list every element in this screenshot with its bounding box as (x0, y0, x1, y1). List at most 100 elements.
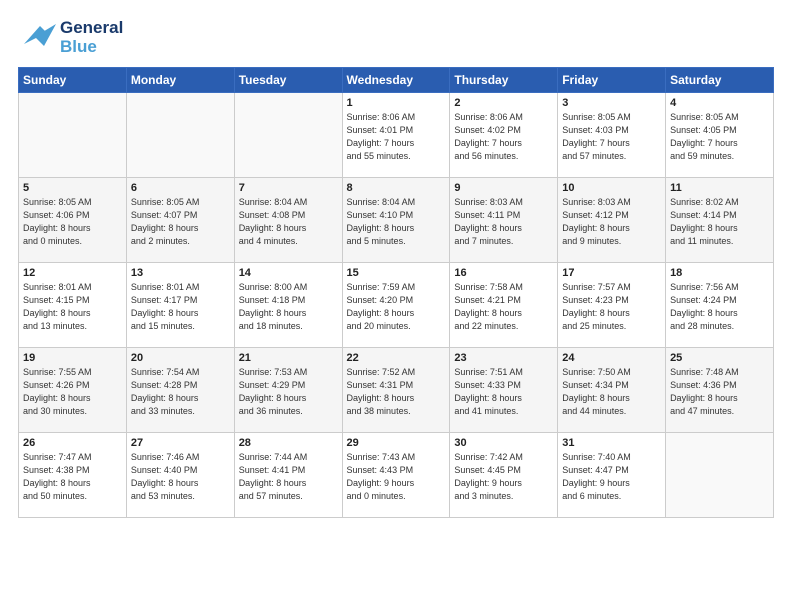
day-number: 24 (562, 352, 661, 364)
day-info: Sunrise: 7:42 AM Sunset: 4:45 PM Dayligh… (454, 451, 553, 503)
day-number: 16 (454, 267, 553, 279)
day-cell: 11 Sunrise: 8:02 AM Sunset: 4:14 PM Dayli… (666, 178, 774, 263)
day-number: 20 (131, 352, 230, 364)
day-number: 31 (562, 437, 661, 449)
weekday-header-row: SundayMondayTuesdayWednesdayThursdayFrid… (19, 68, 774, 93)
day-info: Sunrise: 8:05 AM Sunset: 4:03 PM Dayligh… (562, 111, 661, 163)
day-number: 13 (131, 267, 230, 279)
day-info: Sunrise: 7:44 AM Sunset: 4:41 PM Dayligh… (239, 451, 338, 503)
day-cell: 29 Sunrise: 7:43 AM Sunset: 4:43 PM Dayli… (342, 433, 450, 518)
day-cell: 5 Sunrise: 8:05 AM Sunset: 4:06 PM Daylig… (19, 178, 127, 263)
day-number: 4 (670, 97, 769, 109)
day-cell: 4 Sunrise: 8:05 AM Sunset: 4:05 PM Daylig… (666, 93, 774, 178)
day-cell: 25 Sunrise: 7:48 AM Sunset: 4:36 PM Dayli… (666, 348, 774, 433)
day-cell (19, 93, 127, 178)
day-number: 26 (23, 437, 122, 449)
weekday-header-sunday: Sunday (19, 68, 127, 93)
week-row-3: 12 Sunrise: 8:01 AM Sunset: 4:15 PM Dayli… (19, 263, 774, 348)
day-number: 12 (23, 267, 122, 279)
day-number: 18 (670, 267, 769, 279)
day-info: Sunrise: 8:04 AM Sunset: 4:10 PM Dayligh… (347, 196, 446, 248)
day-cell (234, 93, 342, 178)
day-cell: 18 Sunrise: 7:56 AM Sunset: 4:24 PM Dayli… (666, 263, 774, 348)
day-cell: 20 Sunrise: 7:54 AM Sunset: 4:28 PM Dayli… (126, 348, 234, 433)
day-info: Sunrise: 7:58 AM Sunset: 4:21 PM Dayligh… (454, 281, 553, 333)
weekday-header-tuesday: Tuesday (234, 68, 342, 93)
day-info: Sunrise: 8:05 AM Sunset: 4:05 PM Dayligh… (670, 111, 769, 163)
day-cell: 14 Sunrise: 8:00 AM Sunset: 4:18 PM Dayli… (234, 263, 342, 348)
logo-icon (18, 16, 56, 59)
day-info: Sunrise: 8:05 AM Sunset: 4:06 PM Dayligh… (23, 196, 122, 248)
day-number: 22 (347, 352, 446, 364)
day-number: 8 (347, 182, 446, 194)
day-number: 28 (239, 437, 338, 449)
day-number: 29 (347, 437, 446, 449)
day-cell: 6Sunrise: 8:05 AM Sunset: 4:07 PM Daylig… (126, 178, 234, 263)
day-cell: 16 Sunrise: 7:58 AM Sunset: 4:21 PM Dayli… (450, 263, 558, 348)
day-number: 3 (562, 97, 661, 109)
day-cell: 28 Sunrise: 7:44 AM Sunset: 4:41 PM Dayli… (234, 433, 342, 518)
weekday-header-saturday: Saturday (666, 68, 774, 93)
weekday-header-friday: Friday (558, 68, 666, 93)
day-number: 11 (670, 182, 769, 194)
day-info: Sunrise: 7:43 AM Sunset: 4:43 PM Dayligh… (347, 451, 446, 503)
day-cell: 27Sunrise: 7:46 AM Sunset: 4:40 PM Dayli… (126, 433, 234, 518)
page: General Blue SundayMondayTuesdayWednesda… (0, 0, 792, 612)
day-cell: 17Sunrise: 7:57 AM Sunset: 4:23 PM Dayli… (558, 263, 666, 348)
day-cell (126, 93, 234, 178)
day-info: Sunrise: 7:52 AM Sunset: 4:31 PM Dayligh… (347, 366, 446, 418)
week-row-4: 19Sunrise: 7:55 AM Sunset: 4:26 PM Dayli… (19, 348, 774, 433)
day-info: Sunrise: 8:03 AM Sunset: 4:11 PM Dayligh… (454, 196, 553, 248)
day-cell: 22 Sunrise: 7:52 AM Sunset: 4:31 PM Dayli… (342, 348, 450, 433)
day-info: Sunrise: 7:48 AM Sunset: 4:36 PM Dayligh… (670, 366, 769, 418)
day-info: Sunrise: 8:00 AM Sunset: 4:18 PM Dayligh… (239, 281, 338, 333)
day-cell: 24 Sunrise: 7:50 AM Sunset: 4:34 PM Dayli… (558, 348, 666, 433)
weekday-header-thursday: Thursday (450, 68, 558, 93)
calendar-table: SundayMondayTuesdayWednesdayThursdayFrid… (18, 67, 774, 518)
day-cell: 7 Sunrise: 8:04 AM Sunset: 4:08 PM Daylig… (234, 178, 342, 263)
day-cell: 8 Sunrise: 8:04 AM Sunset: 4:10 PM Daylig… (342, 178, 450, 263)
day-info: Sunrise: 7:40 AM Sunset: 4:47 PM Dayligh… (562, 451, 661, 503)
day-cell: 26Sunrise: 7:47 AM Sunset: 4:38 PM Dayli… (19, 433, 127, 518)
day-info: Sunrise: 8:06 AM Sunset: 4:02 PM Dayligh… (454, 111, 553, 163)
day-cell: 10 Sunrise: 8:03 AM Sunset: 4:12 PM Dayli… (558, 178, 666, 263)
day-info: Sunrise: 8:02 AM Sunset: 4:14 PM Dayligh… (670, 196, 769, 248)
day-info: Sunrise: 7:56 AM Sunset: 4:24 PM Dayligh… (670, 281, 769, 333)
day-info: Sunrise: 8:06 AM Sunset: 4:01 PM Dayligh… (347, 111, 446, 163)
day-cell: 23Sunrise: 7:51 AM Sunset: 4:33 PM Dayli… (450, 348, 558, 433)
day-number: 25 (670, 352, 769, 364)
day-number: 14 (239, 267, 338, 279)
day-number: 10 (562, 182, 661, 194)
day-info: Sunrise: 8:01 AM Sunset: 4:17 PM Dayligh… (131, 281, 230, 333)
day-info: Sunrise: 7:50 AM Sunset: 4:34 PM Dayligh… (562, 366, 661, 418)
day-cell: 12 Sunrise: 8:01 AM Sunset: 4:15 PM Dayli… (19, 263, 127, 348)
logo-line2: Blue (60, 38, 123, 57)
day-number: 17 (562, 267, 661, 279)
weekday-header-monday: Monday (126, 68, 234, 93)
day-info: Sunrise: 7:54 AM Sunset: 4:28 PM Dayligh… (131, 366, 230, 418)
day-info: Sunrise: 8:01 AM Sunset: 4:15 PM Dayligh… (23, 281, 122, 333)
day-info: Sunrise: 7:46 AM Sunset: 4:40 PM Dayligh… (131, 451, 230, 503)
day-number: 7 (239, 182, 338, 194)
day-info: Sunrise: 8:03 AM Sunset: 4:12 PM Dayligh… (562, 196, 661, 248)
week-row-2: 5 Sunrise: 8:05 AM Sunset: 4:06 PM Daylig… (19, 178, 774, 263)
week-row-5: 26Sunrise: 7:47 AM Sunset: 4:38 PM Dayli… (19, 433, 774, 518)
day-number: 9 (454, 182, 553, 194)
day-number: 1 (347, 97, 446, 109)
day-number: 5 (23, 182, 122, 194)
logo: General Blue (18, 16, 123, 59)
day-cell: 2 Sunrise: 8:06 AM Sunset: 4:02 PM Daylig… (450, 93, 558, 178)
day-info: Sunrise: 7:53 AM Sunset: 4:29 PM Dayligh… (239, 366, 338, 418)
weekday-header-wednesday: Wednesday (342, 68, 450, 93)
day-info: Sunrise: 7:55 AM Sunset: 4:26 PM Dayligh… (23, 366, 122, 418)
day-info: Sunrise: 8:04 AM Sunset: 4:08 PM Dayligh… (239, 196, 338, 248)
day-number: 23 (454, 352, 553, 364)
day-number: 15 (347, 267, 446, 279)
day-cell: 19Sunrise: 7:55 AM Sunset: 4:26 PM Dayli… (19, 348, 127, 433)
day-cell: 3 Sunrise: 8:05 AM Sunset: 4:03 PM Daylig… (558, 93, 666, 178)
day-number: 6 (131, 182, 230, 194)
day-cell: 31 Sunrise: 7:40 AM Sunset: 4:47 PM Dayli… (558, 433, 666, 518)
day-number: 21 (239, 352, 338, 364)
day-number: 2 (454, 97, 553, 109)
day-cell: 21 Sunrise: 7:53 AM Sunset: 4:29 PM Dayli… (234, 348, 342, 433)
